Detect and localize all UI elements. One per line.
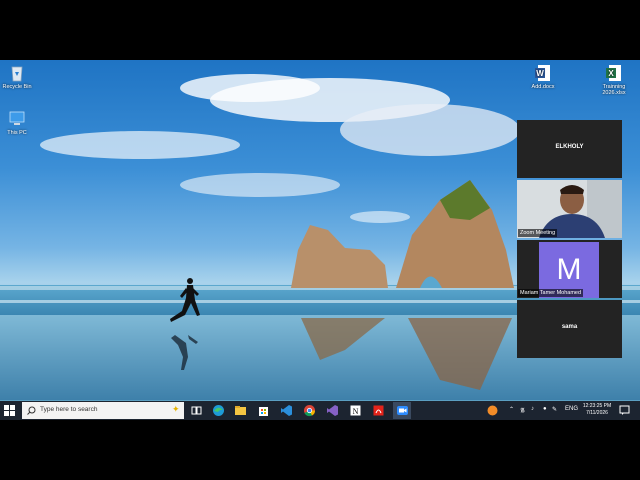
- desktop-icon-recycle-bin[interactable]: Recycle Bin: [0, 64, 39, 90]
- file-explorer-icon[interactable]: [234, 404, 247, 417]
- participant-tile-sama[interactable]: sama: [517, 300, 622, 358]
- desktop-icon-this-pc[interactable]: This PC: [0, 110, 39, 136]
- notion-icon[interactable]: N: [349, 404, 362, 417]
- desktop-icon-add-docx[interactable]: W Add.docx: [521, 64, 565, 90]
- participant-caption: Zoom Meeting: [518, 229, 558, 237]
- visual-studio-icon[interactable]: [326, 404, 339, 417]
- participant-tile-video[interactable]: Zoom Meeting: [517, 180, 622, 238]
- svg-text:W: W: [536, 69, 544, 78]
- chrome-icon[interactable]: [303, 404, 316, 417]
- microphone-icon[interactable]: ●: [543, 406, 547, 412]
- participant-name: sama: [561, 324, 578, 330]
- participant-tile-mariam[interactable]: M Mariam Tamer Mohamed: [517, 240, 622, 298]
- volume-icon[interactable]: ♪: [531, 406, 534, 412]
- svg-text:X: X: [608, 69, 614, 78]
- task-view-icon[interactable]: [190, 404, 203, 417]
- clock-date: 7/11/2026: [586, 410, 608, 416]
- store-icon[interactable]: [257, 404, 270, 417]
- zoom-icon[interactable]: [396, 404, 409, 417]
- zoom-gallery-panel: ELKHOLY Zoom Meeting M Mariam Tamer Moha…: [517, 120, 622, 360]
- language-indicator[interactable]: ENG: [565, 406, 578, 412]
- participant-caption: Mariam Tamer Mohamed: [518, 289, 584, 297]
- word-doc-icon: W: [535, 65, 550, 81]
- desktop: Recycle Bin This PC W Add.docx X Trainni…: [0, 60, 640, 420]
- participant-tile-elkholy[interactable]: ELKHOLY: [517, 120, 622, 178]
- notification-icon[interactable]: [619, 405, 630, 416]
- windows-start-icon[interactable]: [4, 405, 15, 416]
- svg-text:N: N: [353, 407, 359, 416]
- taskbar-search-box[interactable]: Type here to search ✦: [22, 402, 184, 419]
- edge-icon[interactable]: [212, 404, 225, 417]
- search-placeholder: Type here to search: [40, 406, 98, 413]
- desktop-icon-training-xlsx[interactable]: X Trainning 2026.xlsx: [592, 64, 636, 96]
- computer-icon: [9, 111, 25, 125]
- clock[interactable]: 12:23:25 PM 7/11/2026: [578, 403, 616, 417]
- excel-doc-icon: X: [606, 65, 621, 81]
- taskbar: Type here to search ✦ N ⌃ ᯾ ♪ ● ✎ ENG 12…: [0, 401, 640, 420]
- search-icon: [27, 406, 36, 415]
- acrobat-icon[interactable]: [372, 404, 385, 417]
- vscode-icon[interactable]: [280, 404, 293, 417]
- recycle-bin-icon: [11, 66, 23, 82]
- pen-icon[interactable]: ✎: [552, 406, 557, 413]
- clock-time: 12:23:25 PM: [582, 403, 612, 409]
- network-icon[interactable]: ᯾: [520, 406, 525, 414]
- participant-name: ELKHOLY: [555, 144, 584, 150]
- weather-icon[interactable]: [486, 404, 499, 417]
- sparkle-icon: ✦: [172, 404, 180, 414]
- chevron-up-icon[interactable]: ⌃: [509, 406, 514, 413]
